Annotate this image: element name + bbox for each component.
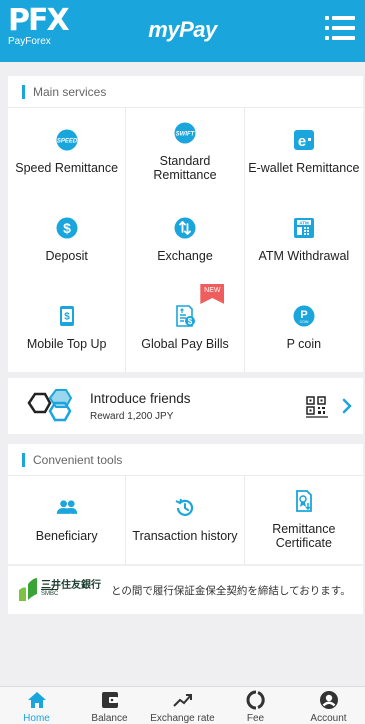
tool-label: Transaction history bbox=[132, 529, 238, 543]
svg-text:$: $ bbox=[64, 312, 70, 323]
new-badge: NEW bbox=[200, 284, 225, 304]
home-icon bbox=[27, 690, 47, 710]
app-title: myPay bbox=[148, 17, 217, 42]
wallet-icon bbox=[100, 690, 120, 710]
svg-text:ATM: ATM bbox=[299, 220, 309, 225]
tool-label: Beneficiary bbox=[35, 529, 98, 543]
service-label: E-wallet Remittance bbox=[248, 161, 360, 175]
service-label: ATM Withdrawal bbox=[258, 249, 350, 263]
ewallet-icon: e bbox=[293, 129, 315, 151]
introduce-subtitle: Reward 1,200 JPY bbox=[90, 411, 174, 422]
tool-label: Remittance Certificate bbox=[272, 522, 336, 550]
tab-label: Fee bbox=[246, 713, 265, 724]
service-exchange[interactable]: Exchange bbox=[126, 196, 245, 284]
menu-icon[interactable] bbox=[325, 14, 355, 42]
service-deposit[interactable]: $ Deposit bbox=[8, 196, 127, 284]
speed-icon: SPEED bbox=[56, 129, 78, 151]
main-services-header: Main services bbox=[8, 76, 363, 108]
service-atm-withdrawal[interactable]: ATM ATM Withdrawal bbox=[245, 196, 363, 284]
tab-label: Account bbox=[310, 713, 347, 724]
service-label: Deposit bbox=[45, 249, 88, 263]
main-services-card: Main services SPEED Speed Remittance SWI… bbox=[8, 76, 363, 372]
service-label: Exchange bbox=[157, 249, 213, 263]
people-icon bbox=[56, 497, 78, 519]
service-speed-remittance[interactable]: SPEED Speed Remittance bbox=[8, 108, 127, 196]
smbc-logo bbox=[19, 578, 37, 601]
fee-icon bbox=[246, 690, 266, 710]
swift-icon: SWIFT bbox=[174, 122, 196, 144]
service-ewallet-remittance[interactable]: e E-wallet Remittance bbox=[245, 108, 363, 196]
tab-home[interactable]: Home bbox=[0, 687, 73, 724]
tab-fee[interactable]: Fee bbox=[219, 687, 292, 724]
convenient-tools-header: Convenient tools bbox=[8, 444, 363, 476]
main-services-grid: SPEED Speed Remittance SWIFT Standard Re… bbox=[8, 108, 363, 372]
tab-exchange-rate[interactable]: Exchange rate bbox=[146, 687, 219, 724]
convenient-tools-grid: Beneficiary Transaction history Remittan… bbox=[8, 476, 363, 564]
section-title: Convenient tools bbox=[33, 452, 123, 467]
section-title: Main services bbox=[33, 84, 107, 99]
service-label: Global Pay Bills bbox=[141, 337, 229, 351]
trend-icon bbox=[172, 690, 193, 710]
service-label: Standard Remittance bbox=[153, 154, 217, 182]
bank-guarantee-notice: 三井住友銀行 SMBC との間で履行保証金保全契約を締結しております。 bbox=[8, 566, 363, 614]
history-icon bbox=[174, 497, 196, 519]
tab-balance[interactable]: Balance bbox=[73, 687, 146, 724]
svg-text:SPEED: SPEED bbox=[56, 139, 77, 145]
service-label: P coin bbox=[286, 337, 322, 351]
dollar-icon: $ bbox=[56, 217, 78, 239]
tool-remittance-certificate[interactable]: Remittance Certificate bbox=[245, 476, 363, 564]
tab-label: Exchange rate bbox=[150, 713, 215, 724]
section-accent bbox=[22, 452, 25, 467]
service-label: Speed Remittance bbox=[15, 161, 119, 175]
exchange-icon bbox=[174, 217, 196, 239]
bottom-tab-bar: Home Balance Exchange rate Fee Account bbox=[0, 686, 365, 724]
tab-label: Balance bbox=[91, 713, 128, 724]
service-p-coin[interactable]: P COIN P coin bbox=[245, 284, 363, 372]
tab-label: Home bbox=[23, 713, 50, 724]
bank-message: との間で履行保証金保全契約を締結しております。 bbox=[111, 585, 351, 597]
svg-text:e: e bbox=[298, 133, 306, 150]
introduce-friends-banner[interactable]: Introduce friends Reward 1,200 JPY bbox=[8, 378, 363, 434]
tool-transaction-history[interactable]: Transaction history bbox=[126, 476, 245, 564]
qr-code-icon[interactable] bbox=[306, 396, 328, 418]
svg-text:$: $ bbox=[63, 220, 71, 236]
account-icon bbox=[319, 690, 339, 710]
bank-sub: SMBC bbox=[41, 589, 59, 597]
section-accent bbox=[22, 84, 25, 99]
service-label: Mobile Top Up bbox=[26, 337, 107, 351]
service-mobile-top-up[interactable]: $ Mobile Top Up bbox=[8, 284, 127, 372]
svg-text:$: $ bbox=[188, 317, 193, 326]
app-header: PFX PayForex myPay bbox=[0, 0, 365, 62]
svg-text:SWIFT: SWIFT bbox=[176, 132, 196, 138]
service-global-pay-bills[interactable]: NEW $ Global Pay Bills bbox=[126, 284, 245, 372]
tool-beneficiary[interactable]: Beneficiary bbox=[8, 476, 127, 564]
hexagon-friends-icon bbox=[27, 389, 73, 422]
convenient-tools-card: Convenient tools Beneficiary Transaction… bbox=[8, 444, 363, 564]
svg-text:COIN: COIN bbox=[299, 320, 308, 324]
introduce-title: Introduce friends bbox=[90, 391, 191, 406]
certificate-icon bbox=[293, 490, 315, 512]
chevron-right-icon[interactable] bbox=[342, 398, 352, 414]
pcoin-icon: P COIN bbox=[293, 305, 315, 327]
service-standard-remittance[interactable]: SWIFT Standard Remittance bbox=[126, 108, 245, 196]
atm-icon: ATM bbox=[293, 217, 315, 239]
bill-icon: $ bbox=[174, 305, 196, 327]
tab-account[interactable]: Account bbox=[292, 687, 365, 724]
mobile-topup-icon: $ bbox=[56, 305, 78, 327]
